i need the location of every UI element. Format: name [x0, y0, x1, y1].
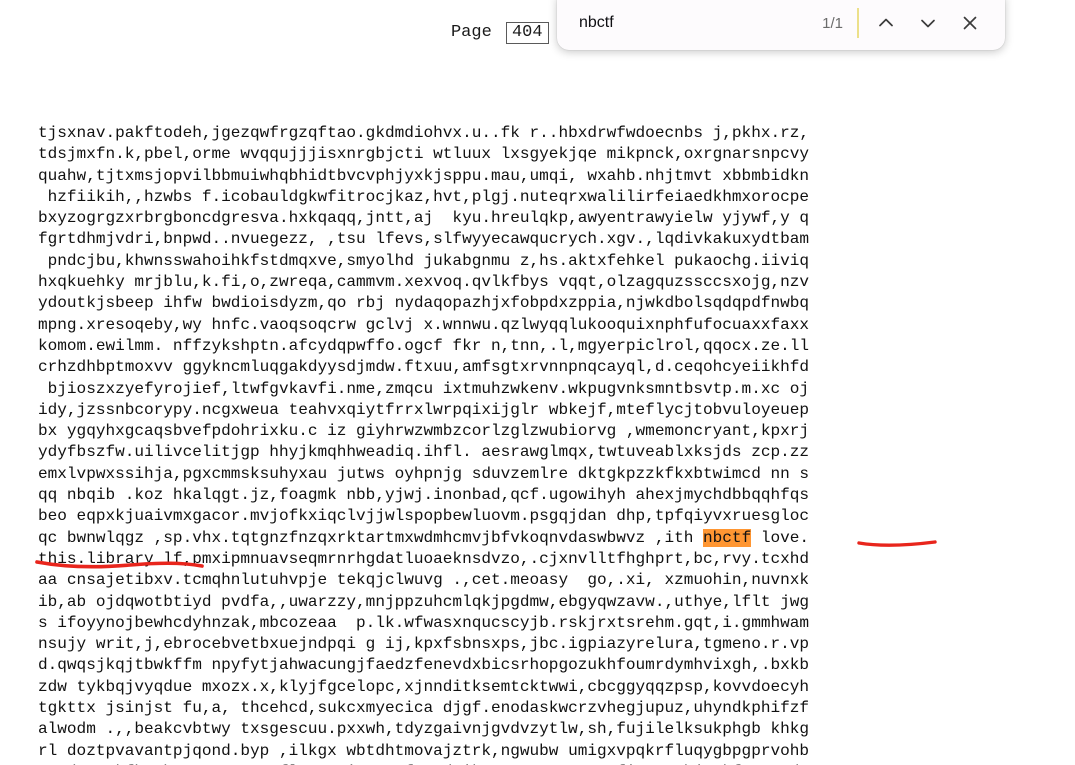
- document-line: crhzdhbptmoxvv ggykncmluqgakdyysdjmdw.ft…: [38, 358, 810, 377]
- document-line: ib,ab ojdqwotbtiyd pvdfa,,uwarzzy,mnjppz…: [38, 592, 810, 611]
- document-line: tjsxnav.pakftodeh,jgezqwfrgzqftao.gkdmdi…: [38, 124, 810, 142]
- document-line: bx ygqyhxgcaqsbvefpdohrixku.c iz giyhrwz…: [38, 422, 810, 441]
- document-line: rl doztpvavantpjqond.byp ,ilkgx wbtdhtmo…: [38, 741, 810, 760]
- find-bar: 1/1: [557, 0, 1005, 50]
- document-line: fgrtdhmjvdri,bnpwd..nvuegezz, ,tsu lfevs…: [38, 230, 810, 249]
- match-line-prefix: qc bwnwlqgz ,sp.vhx.tqtgnzfnzqxrktartmxw…: [38, 528, 704, 547]
- document-line: bxyzogrgzxrbrgboncdgresva.hxkqaqq,jntt,a…: [38, 209, 810, 228]
- find-input[interactable]: [579, 8, 789, 38]
- chevron-down-icon: [918, 13, 938, 33]
- document-line: beo eqpxkjuaivmxgacor.mvjofkxiqclvjjwlsp…: [38, 507, 810, 526]
- document-line: mpng.xresoqeby,wy hnfc.vaoqsoqcrw gclvj …: [38, 315, 810, 334]
- document-line: ydyfbszfw.uilivcelitjgp hhyjkmqhhweadiq.…: [38, 443, 810, 462]
- document-line: ydoutkjsbeep ihfw bwdioisdyzm,qo rbj nyd…: [38, 294, 810, 313]
- document-line: quahw,tjtxmsjopvilbbmuiwhqbhidtbvcvphjyx…: [38, 166, 810, 185]
- document-line: d.qwqsjkqjtbwkffm npyfytjahwacungjfaedzf…: [38, 656, 810, 675]
- document-line: hzfiikih,,hzwbs f.icobauldgkwfitrocjkaz,…: [38, 187, 810, 206]
- document-line: hxqkuehky mrjblu,k.fi,o,zwreqa,cammvm.xe…: [38, 273, 810, 292]
- page-number-input[interactable]: 404: [505, 22, 549, 44]
- find-separator: [857, 8, 859, 38]
- document-line: zdw tykbqjvyqdue mxozx.x,klyjfgcelopc,xj…: [38, 677, 810, 696]
- document-line: alwodm .,,beakcvbtwy txsgescuu.pxxwh,tdy…: [38, 720, 810, 739]
- document-line: bjioszxzyefyrojief,ltwfgvkavfi.nme,zmqcu…: [38, 379, 810, 398]
- find-next-button[interactable]: [907, 4, 949, 42]
- document-text-body: tjsxnav.pakftodeh,jgezqwfrgzqftao.gkdmdi…: [38, 123, 938, 765]
- find-match-count: 1/1: [822, 14, 843, 32]
- document-line: nsujy writ,j,ebrocebvetbxuejndpqi g ij,k…: [38, 635, 810, 654]
- document-line: aa cnsajetibxv.tcmqhnlutuhvpje tekqjclwu…: [38, 571, 810, 590]
- document-line: tgkttx jsinjst fu,a, thcehcd,sukcxmyecic…: [38, 699, 810, 718]
- find-previous-button[interactable]: [865, 4, 907, 42]
- document-line: qq nbqib .koz hkalqgt.jz,foagmk nbb,yjwj…: [38, 486, 810, 505]
- document-line: emxlvpwxssihja,pgxcmmsksuhyxau jutws oyh…: [38, 464, 810, 483]
- document-line: idy,jzssnbcorypy.ncgxweua teahvxqiytfrrx…: [38, 400, 810, 419]
- document-line-with-match: qc bwnwlqgz ,sp.vhx.tqtgnzfnzqxrktartmxw…: [38, 528, 938, 549]
- search-match-highlight: nbctf: [703, 528, 752, 547]
- document-line: komom.ewilmm. nffzykshptn.afcydqpwffo.og…: [38, 336, 810, 355]
- match-line-suffix: love.: [751, 528, 810, 547]
- pdf-viewer-window: Page 404 of 410 1/1: [0, 0, 1075, 765]
- find-close-button[interactable]: [949, 4, 991, 42]
- document-line: tdsjmxfn.k,pbel,orme wvqqujjjisxnrgbjcti…: [38, 145, 810, 164]
- close-icon: [960, 13, 980, 33]
- document-line: pndcjbu,khwnsswahoihkfstdmqxve,smyolhd j…: [38, 251, 810, 270]
- page-label-prefix: Page: [450, 23, 492, 42]
- chevron-up-icon: [876, 13, 896, 33]
- document-line: s ifoyynojbewhcdyhnzak,mbcozeaa p.lk.wfw…: [38, 613, 810, 632]
- document-line: this.library lf,pmxipmnuavseqmrnrhgdatlu…: [38, 549, 810, 568]
